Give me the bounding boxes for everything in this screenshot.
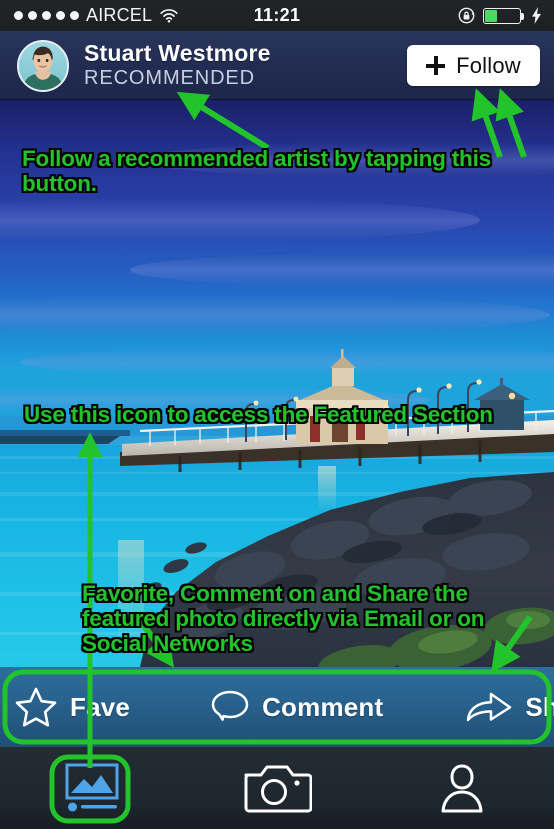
rotation-lock-icon xyxy=(458,7,475,24)
tab-camera[interactable] xyxy=(185,747,370,829)
phone-screen: AIRCEL 11:21 Stuart Westmore RECOMMENDED… xyxy=(0,0,554,829)
comment-button[interactable]: Comment xyxy=(210,688,383,726)
artist-name: Stuart Westmore xyxy=(84,40,271,66)
follow-button[interactable]: Follow xyxy=(407,45,540,86)
gallery-photo-icon xyxy=(63,762,121,814)
camera-icon xyxy=(242,761,312,815)
lightning-bolt-icon xyxy=(531,7,542,24)
fave-button[interactable]: Fave xyxy=(14,686,130,728)
action-bar: Fave Comment Share xyxy=(0,667,554,747)
featured-photo[interactable] xyxy=(0,100,554,667)
fave-label: Fave xyxy=(70,691,131,722)
status-bar: AIRCEL 11:21 xyxy=(0,0,554,31)
tab-featured[interactable] xyxy=(0,747,185,829)
person-icon xyxy=(438,762,486,814)
share-button[interactable]: Share xyxy=(465,688,554,726)
share-arrow-icon xyxy=(465,688,513,726)
avatar[interactable] xyxy=(17,40,69,92)
comment-label: Comment xyxy=(262,691,384,722)
share-label: Share xyxy=(525,691,554,722)
star-outline-icon xyxy=(14,686,58,728)
artist-status-label: RECOMMENDED xyxy=(84,67,256,89)
tab-bar xyxy=(0,747,554,829)
speech-bubble-icon xyxy=(210,688,250,726)
follow-button-label: Follow xyxy=(456,52,521,78)
battery-icon xyxy=(483,7,524,24)
tab-profile[interactable] xyxy=(369,747,554,829)
status-bar-right xyxy=(458,0,542,31)
artist-header: Stuart Westmore RECOMMENDED Follow xyxy=(0,31,554,100)
plus-icon xyxy=(426,56,446,75)
